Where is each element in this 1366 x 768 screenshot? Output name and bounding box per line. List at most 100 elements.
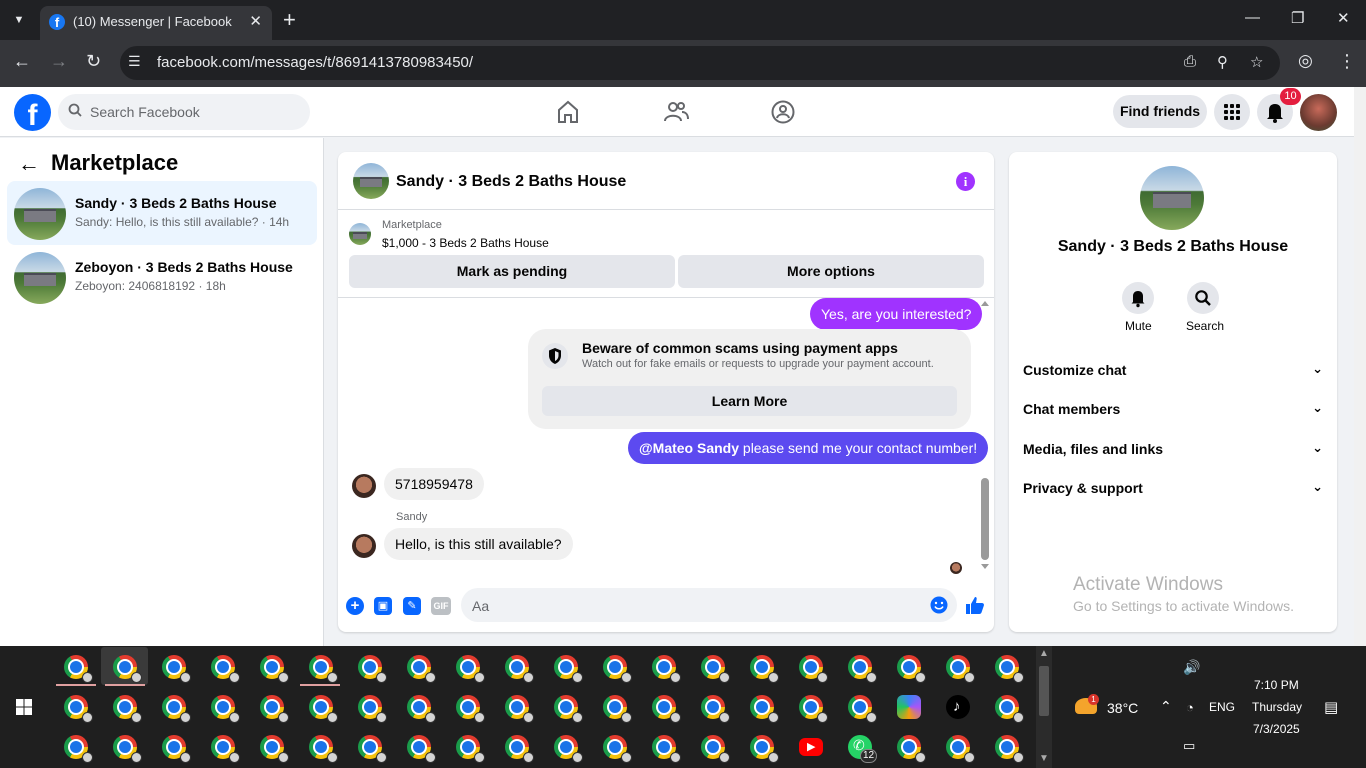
browser-tab[interactable]: f (10) Messenger | Facebook ✕	[40, 6, 272, 40]
chrome-taskbar-icon[interactable]	[64, 735, 93, 763]
media-files-links-section[interactable]: Media, files and links ⌄	[1023, 440, 1323, 461]
emoji-icon[interactable]	[930, 596, 948, 614]
plus-icon[interactable]: +	[346, 597, 364, 615]
temperature[interactable]: 38°C	[1107, 700, 1138, 716]
back-icon[interactable]: ←	[13, 51, 31, 72]
chrome-taskbar-icon[interactable]	[456, 735, 485, 763]
windows-start-icon[interactable]	[16, 699, 32, 715]
chrome-taskbar-icon[interactable]	[848, 655, 877, 683]
chrome-taskbar-icon[interactable]	[407, 655, 436, 683]
chrome-taskbar-icon[interactable]	[309, 695, 338, 723]
tab-close-icon[interactable]: ✕	[249, 12, 262, 30]
chrome-taskbar-icon[interactable]	[701, 735, 730, 763]
chrome-taskbar-icon[interactable]	[162, 695, 191, 723]
address-bar[interactable]: ☰ facebook.com/messages/t/86914137809834…	[120, 46, 1280, 80]
chrome-taskbar-icon[interactable]	[505, 695, 534, 723]
clock-day[interactable]: Thursday	[1252, 700, 1302, 714]
reload-icon[interactable]: ↻	[86, 51, 101, 72]
chrome-taskbar-icon[interactable]	[456, 695, 485, 723]
chrome-taskbar-icon[interactable]	[995, 695, 1024, 723]
mark-as-pending-button[interactable]: Mark as pending	[349, 255, 675, 288]
chrome-taskbar-icon[interactable]	[946, 735, 975, 763]
copilot-taskbar-icon[interactable]	[897, 695, 921, 719]
mute-button[interactable]	[1122, 282, 1154, 314]
notification-center-icon[interactable]: ▤	[1324, 698, 1338, 716]
chrome-taskbar-icon[interactable]	[113, 655, 142, 683]
install-app-icon[interactable]: ⎙	[1184, 53, 1196, 70]
search-button[interactable]	[1187, 282, 1219, 314]
chrome-taskbar-icon[interactable]	[260, 655, 289, 683]
chrome-taskbar-icon[interactable]	[946, 655, 975, 683]
chrome-taskbar-icon[interactable]	[211, 655, 240, 683]
conversation-item[interactable]: Sandy · 3 Beds 2 Baths House Sandy: Hell…	[7, 181, 317, 245]
chrome-taskbar-icon[interactable]	[309, 655, 338, 683]
chrome-taskbar-icon[interactable]	[505, 655, 534, 683]
chrome-taskbar-icon[interactable]	[211, 695, 240, 723]
chrome-taskbar-icon[interactable]	[162, 735, 191, 763]
chrome-taskbar-icon[interactable]	[652, 655, 681, 683]
close-window-icon[interactable]: ✕	[1337, 9, 1350, 27]
message-input[interactable]: Aa	[461, 588, 957, 622]
outgoing-message[interactable]: @Mateo Sandy please send me your contact…	[628, 432, 989, 464]
chrome-taskbar-icon[interactable]	[64, 695, 93, 723]
wifi-icon[interactable]: ◔	[1186, 700, 1194, 715]
chrome-taskbar-icon[interactable]	[260, 735, 289, 763]
chrome-taskbar-icon[interactable]	[995, 655, 1024, 683]
chrome-taskbar-icon[interactable]	[554, 655, 583, 683]
learn-more-button[interactable]: Learn More	[542, 386, 957, 416]
language-indicator[interactable]: ENG	[1209, 700, 1235, 714]
outgoing-message[interactable]: Yes, are you interested?	[810, 298, 983, 330]
clock-time[interactable]: 7:10 PM	[1254, 678, 1299, 692]
chrome-taskbar-icon[interactable]	[113, 735, 142, 763]
zoom-icon[interactable]: ⚲	[1217, 53, 1228, 71]
menu-button[interactable]	[1214, 94, 1250, 130]
search-facebook-input[interactable]: Search Facebook	[58, 94, 310, 130]
listing-mini-thumbnail[interactable]	[349, 223, 371, 245]
chrome-taskbar-icon[interactable]	[113, 695, 142, 723]
show-hidden-icons-icon[interactable]: ⌃	[1160, 698, 1172, 715]
photo-icon[interactable]: ▣	[374, 597, 392, 615]
chrome-taskbar-icon[interactable]	[358, 655, 387, 683]
info-icon[interactable]: i	[956, 172, 975, 191]
chrome-taskbar-icon[interactable]	[554, 695, 583, 723]
profile-icon[interactable]: ◎	[1298, 51, 1313, 71]
incoming-message[interactable]: Hello, is this still available?	[384, 528, 573, 560]
chat-members-section[interactable]: Chat members ⌄	[1023, 400, 1323, 421]
chrome-taskbar-icon[interactable]	[603, 655, 632, 683]
chat-thumbnail[interactable]	[353, 163, 389, 199]
chat-title[interactable]: Sandy · 3 Beds 2 Baths House	[396, 173, 626, 191]
chrome-taskbar-icon[interactable]	[358, 735, 387, 763]
site-info-icon[interactable]: ☰	[128, 53, 141, 70]
youtube-taskbar-icon[interactable]: ▶	[799, 738, 823, 756]
chrome-taskbar-icon[interactable]	[897, 655, 926, 683]
incoming-message[interactable]: 5718959478	[384, 468, 484, 500]
chrome-taskbar-icon[interactable]	[995, 735, 1024, 763]
chrome-taskbar-icon[interactable]	[799, 695, 828, 723]
chrome-taskbar-icon[interactable]	[750, 735, 779, 763]
restore-icon[interactable]: ❐	[1291, 9, 1304, 27]
more-options-button[interactable]: More options	[678, 255, 984, 288]
find-friends-button[interactable]: Find friends	[1113, 95, 1207, 128]
page-scrollbar[interactable]	[1354, 87, 1366, 646]
chrome-taskbar-icon[interactable]	[603, 695, 632, 723]
gif-icon[interactable]: GIF	[431, 597, 451, 615]
chrome-taskbar-icon[interactable]	[211, 735, 240, 763]
browser-menu-icon[interactable]: ⋮	[1338, 51, 1356, 72]
chrome-taskbar-icon[interactable]	[358, 695, 387, 723]
chrome-taskbar-icon[interactable]	[750, 655, 779, 683]
chrome-taskbar-icon[interactable]	[701, 655, 730, 683]
chrome-taskbar-icon[interactable]	[750, 695, 779, 723]
customize-chat-section[interactable]: Customize chat ⌄	[1023, 361, 1323, 382]
chrome-taskbar-icon[interactable]	[64, 655, 93, 683]
account-avatar[interactable]	[1300, 94, 1337, 131]
mention[interactable]: @Mateo Sandy	[639, 440, 739, 456]
chrome-taskbar-icon[interactable]	[701, 695, 730, 723]
chrome-taskbar-icon[interactable]	[603, 735, 632, 763]
clock-date[interactable]: 7/3/2025	[1253, 722, 1300, 736]
chrome-taskbar-icon[interactable]	[554, 735, 583, 763]
back-arrow-icon[interactable]: ←	[18, 151, 40, 177]
chrome-taskbar-icon[interactable]	[309, 735, 338, 763]
groups-icon[interactable]	[770, 99, 796, 125]
chrome-taskbar-icon[interactable]	[848, 695, 877, 723]
battery-icon[interactable]: ▭	[1183, 738, 1195, 754]
